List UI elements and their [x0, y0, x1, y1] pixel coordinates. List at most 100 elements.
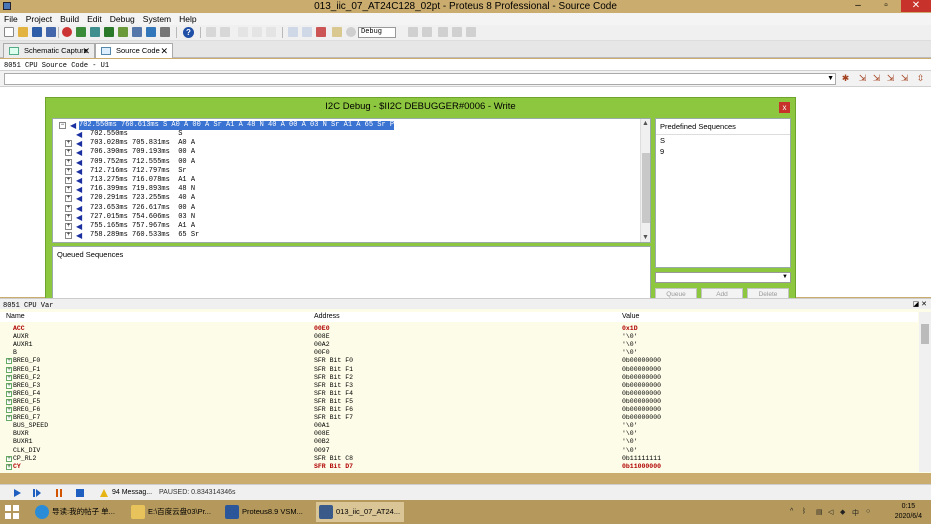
find-icon[interactable] — [288, 27, 298, 37]
minimize-button[interactable]: – — [845, 0, 871, 12]
variable-row[interactable]: BUXR 008E '\0' — [0, 430, 918, 438]
scroll-up-icon[interactable]: ▲ — [642, 120, 649, 127]
bookmark-icon[interactable] — [332, 27, 342, 37]
expand-icon[interactable]: + — [65, 167, 72, 175]
bluetooth-icon[interactable]: ᛒ — [802, 508, 806, 515]
tree-scrollbar[interactable]: ▲ ▼ — [640, 119, 650, 242]
menu-system[interactable]: System — [139, 13, 175, 25]
variable-row[interactable]: + BREG_F5 SFR Bit F5 0b00000000 — [0, 398, 918, 406]
expand-icon[interactable]: + — [6, 463, 12, 470]
variable-row[interactable]: CLK_DIV 0097 '\0' — [0, 447, 918, 455]
ime-indicator[interactable]: 中 — [852, 508, 859, 518]
format-icon[interactable] — [266, 27, 276, 37]
expand-icon[interactable]: + — [6, 407, 12, 413]
variable-row[interactable]: + BREG_F2 SFR Bit F2 0b00000000 — [0, 374, 918, 382]
tab-schematic-close-icon[interactable]: ✕ — [82, 44, 90, 58]
scroll-down-icon[interactable]: ▼ — [642, 234, 649, 241]
messages-count[interactable]: 94 Messag... — [112, 488, 152, 498]
scroll-thumb[interactable] — [642, 153, 650, 223]
variable-row[interactable]: + CP_RL2 SFR Bit C8 0b11111111 — [0, 455, 918, 463]
expand-icon[interactable]: + — [65, 149, 72, 157]
taskbar-item-explorer[interactable]: E:\百度云盘03\Pr... — [128, 502, 216, 522]
paste-icon[interactable] — [252, 27, 262, 37]
tab-source-close-icon[interactable]: ✕ — [160, 44, 168, 58]
expand-icon[interactable]: + — [6, 398, 12, 405]
expand-icon[interactable]: + — [65, 232, 72, 240]
save-icon[interactable] — [32, 27, 42, 37]
expand-icon[interactable]: + — [65, 195, 72, 203]
variable-row[interactable]: B 00F0 '\0' — [0, 349, 918, 357]
step-into-icon[interactable]: ⇲ — [871, 73, 882, 84]
new-file-icon[interactable] — [4, 27, 14, 37]
scroll-thumb[interactable] — [921, 324, 929, 344]
expand-icon[interactable]: + — [65, 213, 72, 221]
pause-icon[interactable] — [54, 488, 64, 498]
pcb-icon[interactable] — [118, 27, 128, 37]
cut-icon[interactable] — [206, 27, 216, 37]
expand-icon[interactable]: + — [65, 158, 72, 166]
source-file-select[interactable]: ▼ — [4, 73, 836, 85]
speaker-icon[interactable]: ◁ — [828, 508, 833, 516]
column-header-value[interactable]: Value — [622, 312, 639, 322]
menu-project[interactable]: Project — [22, 13, 56, 25]
run-to-cursor-icon[interactable]: ⇲ — [899, 73, 910, 84]
windows-start-icon[interactable] — [5, 505, 19, 519]
predefined-item[interactable]: S — [656, 135, 790, 146]
tree-root-row[interactable]: − ◀ 702.550ms 760.613ms S A0 A 00 A Sr A… — [53, 121, 641, 130]
tab-schematic-capture[interactable]: Schematic Capture ✕ — [3, 43, 95, 58]
step-out-icon[interactable]: ⇲ — [885, 73, 896, 84]
variable-row[interactable]: + CY SFR Bit D7 0b11000000 — [0, 463, 918, 471]
menu-build[interactable]: Build — [56, 13, 83, 25]
bom-icon[interactable] — [160, 27, 170, 37]
expand-icon[interactable]: + — [6, 382, 12, 389]
column-header-address[interactable]: Address — [314, 312, 340, 322]
menu-debug[interactable]: Debug — [106, 13, 139, 25]
build-config-select[interactable]: Debug — [358, 27, 396, 38]
expand-icon[interactable]: + — [6, 455, 12, 462]
predefined-item[interactable]: 9 — [656, 146, 790, 157]
close-button[interactable]: ✕ — [901, 0, 931, 12]
variable-row[interactable]: BUXR1 00B2 '\0' — [0, 438, 918, 446]
build-icon[interactable] — [76, 27, 86, 37]
notification-icon[interactable]: ○ — [866, 508, 870, 515]
copy2-icon[interactable] — [452, 27, 462, 37]
network-icon[interactable]: ▤ — [816, 508, 823, 516]
expand-icon[interactable]: + — [6, 358, 12, 365]
expand-icon[interactable]: + — [65, 204, 72, 212]
undo-icon[interactable] — [408, 27, 418, 37]
taskbar-item-proteus[interactable]: 013_iic_07_AT24... — [316, 502, 404, 522]
gerber-icon[interactable] — [132, 27, 142, 37]
clear-bookmarks-icon[interactable] — [316, 27, 326, 37]
breakpoint-icon[interactable]: ⇳ — [915, 73, 926, 84]
sequence-select[interactable]: ▼ — [655, 272, 791, 283]
taskbar-item-word[interactable]: Proteus8.9 VSM... — [222, 502, 308, 522]
paste2-icon[interactable] — [466, 27, 476, 37]
variable-row[interactable]: AUXR1 00A2 '\0' — [0, 341, 918, 349]
variables-scrollbar[interactable] — [919, 312, 931, 472]
redo-icon[interactable] — [422, 27, 432, 37]
play-icon[interactable] — [12, 488, 22, 498]
board-icon[interactable] — [146, 27, 156, 37]
copy-icon[interactable] — [238, 27, 248, 37]
component-icon[interactable] — [90, 27, 100, 37]
expand-icon[interactable]: + — [6, 415, 12, 422]
variable-row[interactable]: + BREG_F4 SFR Bit F4 0b00000000 — [0, 390, 918, 398]
tab-source-code[interactable]: Source Code ✕ — [95, 43, 173, 58]
collapse-icon[interactable]: − — [59, 122, 66, 129]
variable-row[interactable]: + BREG_F6 SFR Bit F6 0b00000000 — [0, 406, 918, 414]
variable-row[interactable]: + BREG_F0 SFR Bit F0 0b00000000 — [0, 357, 918, 365]
variable-row[interactable]: AUXR 008E '\0' — [0, 333, 918, 341]
find-next-icon[interactable] — [302, 27, 312, 37]
expand-icon[interactable]: + — [65, 223, 72, 230]
expand-icon[interactable]: + — [65, 186, 72, 194]
up-arrow-icon[interactable]: ^ — [790, 508, 793, 515]
menu-file[interactable]: File — [0, 13, 22, 25]
debug-run-icon[interactable]: ✱ — [840, 73, 851, 84]
column-header-name[interactable]: Name — [6, 312, 25, 322]
variable-row[interactable]: BUS_SPEED 00A1 '\0' — [0, 422, 918, 430]
expand-icon[interactable]: + — [65, 177, 72, 184]
menu-edit[interactable]: Edit — [83, 13, 106, 25]
variable-row[interactable]: + BREG_F7 SFR Bit F7 0b00000000 — [0, 414, 918, 422]
stop-icon[interactable] — [75, 488, 85, 498]
gear-icon[interactable] — [346, 27, 356, 37]
